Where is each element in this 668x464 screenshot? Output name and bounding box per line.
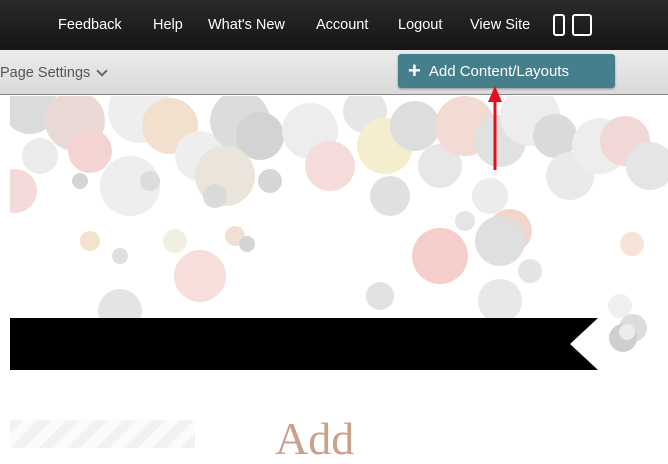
add-content-layouts-button[interactable]: + Add Content/Layouts	[398, 54, 615, 88]
account-link[interactable]: Account	[316, 0, 368, 50]
red-arrow-annotation	[488, 86, 502, 170]
black-ribbon-banner	[10, 318, 598, 370]
section-heading: Add	[275, 413, 355, 464]
logout-link[interactable]: Logout	[398, 0, 442, 50]
feedback-link[interactable]: Feedback	[58, 0, 122, 50]
tablet-icon[interactable]	[572, 14, 592, 36]
decorative-stripe	[10, 420, 195, 448]
bokeh-accent	[609, 314, 647, 352]
phone-icon[interactable]	[553, 14, 565, 36]
top-nav-bar: Feedback Help What's New Account Logout …	[0, 0, 668, 50]
view-site-link[interactable]: View Site	[470, 0, 530, 50]
page-settings-label: Page Settings	[0, 64, 91, 81]
hero-bokeh-image	[10, 96, 668, 318]
whats-new-link[interactable]: What's New	[208, 0, 285, 50]
plus-icon: +	[408, 58, 421, 83]
help-link[interactable]: Help	[153, 0, 183, 50]
page-settings-dropdown[interactable]: Page Settings	[0, 50, 108, 95]
chevron-down-icon	[96, 64, 108, 77]
add-content-layouts-label: Add Content/Layouts	[428, 62, 569, 80]
